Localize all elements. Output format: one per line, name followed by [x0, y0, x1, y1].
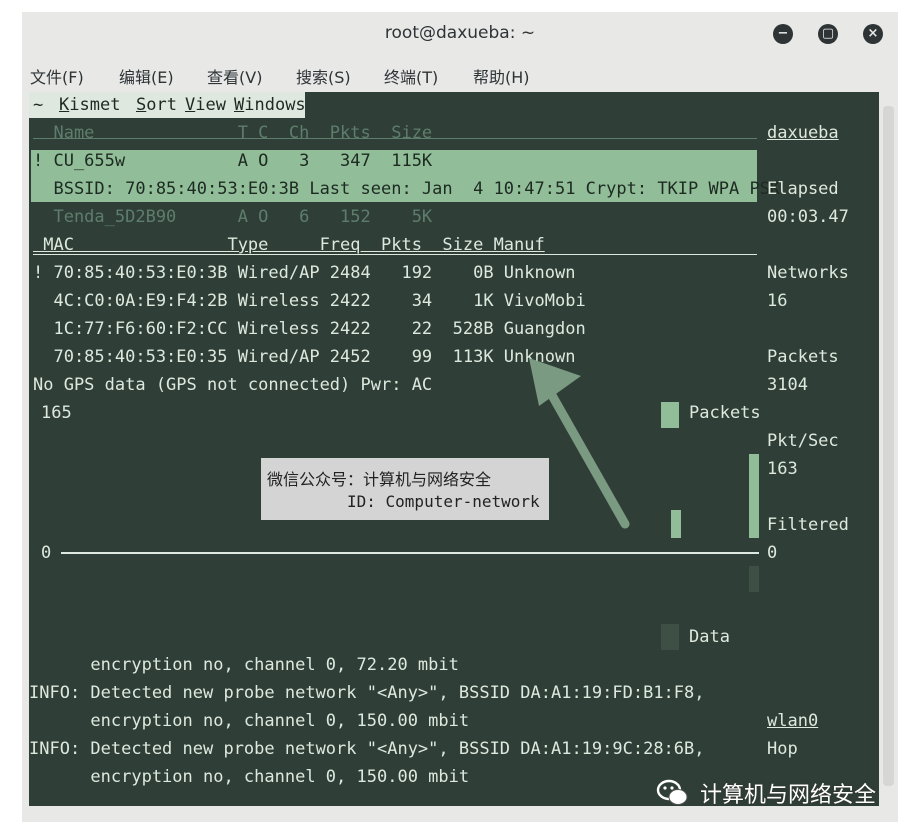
kismet-menu-prefix: ~: [33, 95, 44, 115]
wechat-icon: [656, 779, 688, 805]
scrollbar-thumb[interactable]: [883, 106, 894, 786]
title-bar[interactable]: root@daxueba: ~ − ▢ ×: [22, 12, 898, 56]
filtered-value: 0: [767, 543, 778, 563]
interface-mode: Hop: [767, 739, 798, 759]
interface-name: wlan0: [767, 711, 819, 731]
menu-file[interactable]: 文件(F): [30, 64, 84, 88]
packets-bar: [749, 454, 759, 538]
network-row[interactable]: Tenda_5D2B90 A O 6 152 5K: [33, 206, 432, 228]
menu-help[interactable]: 帮助(H): [473, 64, 530, 88]
client-row[interactable]: ! 70:85:40:53:E0:3B Wired/AP 2484 192 0B…: [33, 262, 575, 284]
minimize-icon: −: [777, 26, 789, 41]
gps-status: No GPS data (GPS not connected) Pwr: AC: [33, 375, 433, 395]
kismet-menu-sort[interactable]: Sort: [136, 94, 177, 116]
pktsec-value: 163: [767, 459, 798, 479]
elapsed-value: 00:03.47: [767, 207, 849, 227]
list-divider: [33, 138, 757, 139]
maximize-icon: ▢: [821, 26, 835, 41]
client-row[interactable]: 4C:C0:0A:E9:F4:2B Wireless 2422 34 1K Vi…: [33, 290, 585, 312]
data-bar: [749, 566, 759, 592]
minimize-button[interactable]: −: [773, 24, 793, 44]
legend-packets-swatch: [661, 402, 679, 428]
kismet-menu-view[interactable]: View: [185, 94, 226, 116]
legend-data-swatch: [661, 624, 679, 650]
elapsed-label: Elapsed: [767, 179, 839, 199]
legend-packets-label: Packets: [689, 403, 761, 423]
menu-search[interactable]: 搜索(S): [296, 64, 351, 88]
legend-data-label: Data: [689, 627, 730, 647]
packets-label: Packets: [767, 347, 839, 367]
overlay-line-2: ID: Computer-network: [347, 492, 540, 511]
host-name: daxueba: [767, 123, 839, 143]
network-row[interactable]: ! CU_655w A O 3 347 115K: [33, 150, 432, 172]
log-line: encryption no, channel 0, 150.00 mbit: [29, 711, 470, 731]
network-list-header: Name T C Ch Pkts Size: [33, 123, 433, 143]
client-divider: [33, 254, 757, 255]
menu-terminal[interactable]: 终端(T): [384, 64, 438, 88]
client-row[interactable]: 70:85:40:53:E0:35 Wired/AP 2452 99 113K …: [33, 346, 575, 368]
graph-baseline: [61, 552, 759, 554]
wechat-id-overlay: 微信公众号：计算机与网络安全 ID: Computer-network: [261, 458, 549, 520]
kismet-menu-windows[interactable]: Windows: [234, 94, 306, 116]
log-line: INFO: Detected new probe network "<Any>"…: [29, 739, 705, 759]
network-detail-row: BSSID: 70:85:40:53:E0:3B Last seen: Jan …: [33, 179, 781, 199]
menu-bar: 文件(F) 编辑(E) 查看(V) 搜索(S) 终端(T) 帮助(H): [22, 58, 898, 92]
watermark-text: 计算机与网络安全: [700, 783, 877, 808]
log-line: encryption no, channel 0, 150.00 mbit: [29, 767, 470, 787]
menu-view[interactable]: 查看(V): [207, 64, 262, 88]
client-row[interactable]: 1C:77:F6:60:F2:CC Wireless 2422 22 528B …: [33, 318, 585, 340]
overlay-line-1: 微信公众号：计算机与网络安全: [267, 470, 492, 489]
networks-value: 16: [767, 291, 788, 311]
log-line: INFO: Detected new probe network "<Any>"…: [29, 683, 705, 703]
client-list-header: MAC Type Freq Pkts Size Manuf: [33, 235, 545, 255]
maximize-button[interactable]: ▢: [818, 24, 838, 44]
menu-edit[interactable]: 编辑(E): [119, 64, 174, 88]
close-icon: ×: [867, 26, 879, 41]
packets-value: 3104: [767, 375, 808, 395]
graph-y-max: 165: [41, 403, 72, 423]
vertical-scrollbar[interactable]: [879, 92, 898, 806]
window-title: root@daxueba: ~: [384, 23, 536, 43]
close-button[interactable]: ×: [863, 24, 883, 44]
graph-y-min: 0: [41, 543, 52, 563]
filtered-label: Filtered: [767, 515, 849, 535]
pktsec-label: Pkt/Sec: [767, 431, 839, 451]
kismet-menu-kismet[interactable]: Kismet: [59, 94, 120, 116]
terminal-window: root@daxueba: ~ − ▢ × 文件(F) 编辑(E) 查看(V) …: [22, 12, 898, 822]
log-line: encryption no, channel 0, 72.20 mbit: [29, 655, 459, 675]
networks-label: Networks: [767, 263, 849, 283]
packets-bar: [671, 510, 681, 538]
terminal-area[interactable]: ~ Kismet Sort View Windows Name T C Ch P…: [29, 92, 879, 806]
